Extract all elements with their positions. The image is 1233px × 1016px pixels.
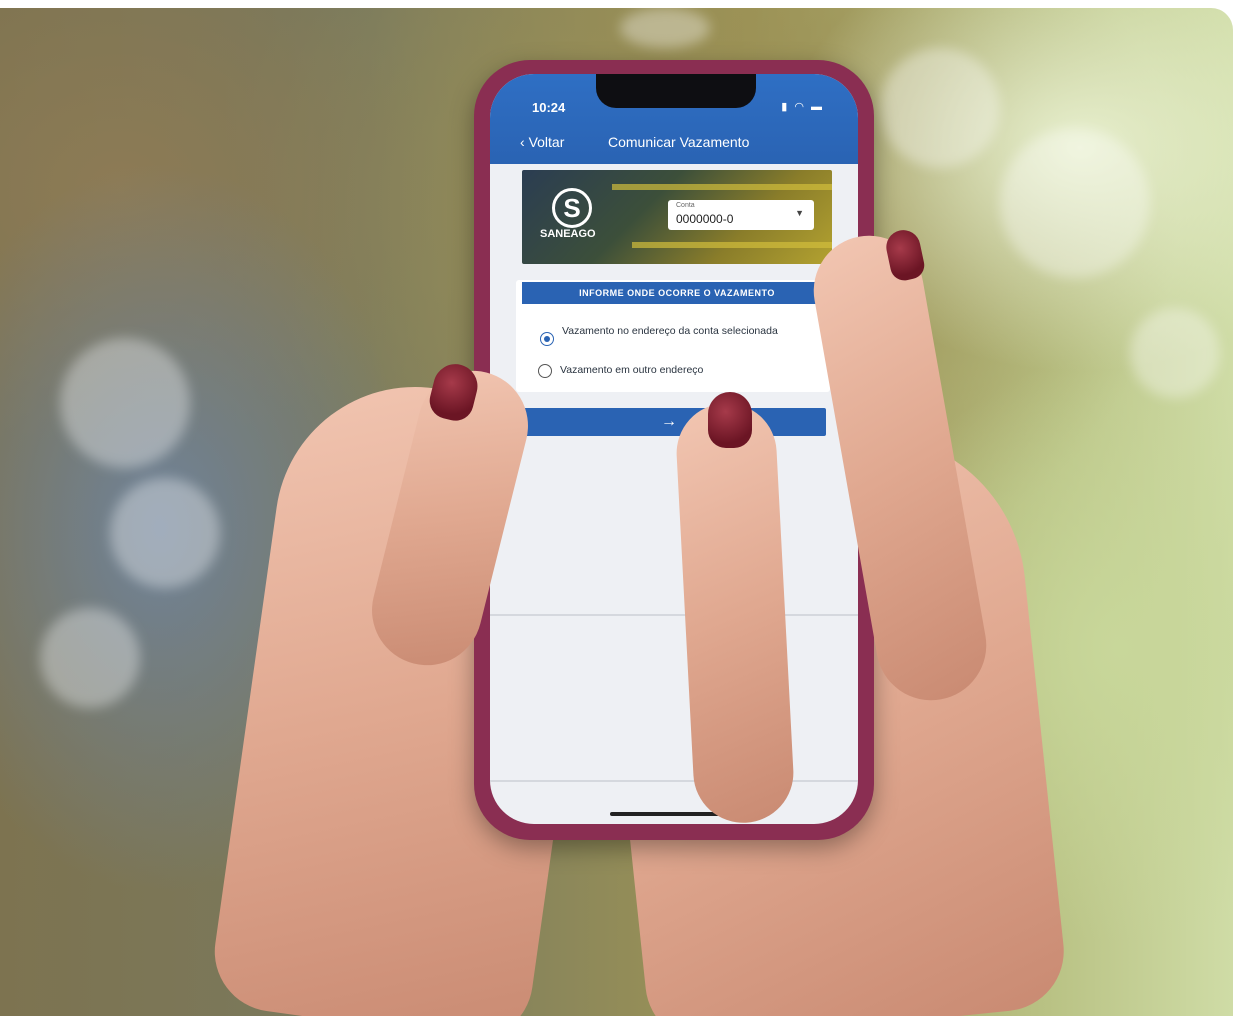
banner-decoration [612,184,832,190]
bokeh-light [40,608,140,708]
back-button[interactable]: ‹ Voltar [520,134,564,150]
account-select[interactable]: Conta 0000000-0 ▼ [668,200,814,230]
smartphone: 10:24 ▮ ◠ ▬ ‹ Voltar Comunicar Vazamento… [474,60,874,840]
radio-option-account-address[interactable] [540,332,554,346]
bokeh-light [60,338,190,468]
arrow-right-icon: → [661,413,677,430]
divider [490,614,858,616]
next-button[interactable]: → [512,408,826,436]
photo-background: 10:24 ▮ ◠ ▬ ‹ Voltar Comunicar Vazamento… [0,8,1233,1016]
leak-location-card: INFORME ONDE OCORRE O VAZAMENTO Vazament… [516,280,832,392]
bokeh-light [1130,308,1220,398]
chevron-left-icon: ‹ [520,134,529,150]
card-header: INFORME ONDE OCORRE O VAZAMENTO [522,282,832,304]
screen-title: Comunicar Vazamento [608,134,750,150]
phone-screen: 10:24 ▮ ◠ ▬ ‹ Voltar Comunicar Vazamento… [490,74,858,824]
bokeh-light [110,478,220,588]
bokeh-light [620,8,710,48]
option-label-other-address: Vazamento em outro endereço [560,364,704,376]
banner-decoration [632,242,832,248]
phone-notch [596,74,756,108]
radio-option-other-address[interactable] [538,364,552,378]
back-label: Voltar [528,134,565,150]
status-time: 10:24 [532,100,566,115]
account-banner: S SANEAGO Conta 0000000-0 ▼ [522,170,832,264]
logo-text: SANEAGO [540,228,596,240]
divider [490,780,858,782]
option-label-account-address: Vazamento no endereço da conta seleciona… [562,325,778,337]
account-select-value: 0000000-0 [676,212,734,226]
chevron-down-icon: ▼ [795,208,804,218]
bokeh-light [880,48,1000,168]
saneago-logo-icon: S [552,188,592,228]
fingernail [708,392,752,448]
signal-wifi-battery-icon: ▮ ◠ ▬ [781,101,824,113]
account-select-label: Conta [676,202,695,209]
bokeh-light [1000,128,1150,278]
